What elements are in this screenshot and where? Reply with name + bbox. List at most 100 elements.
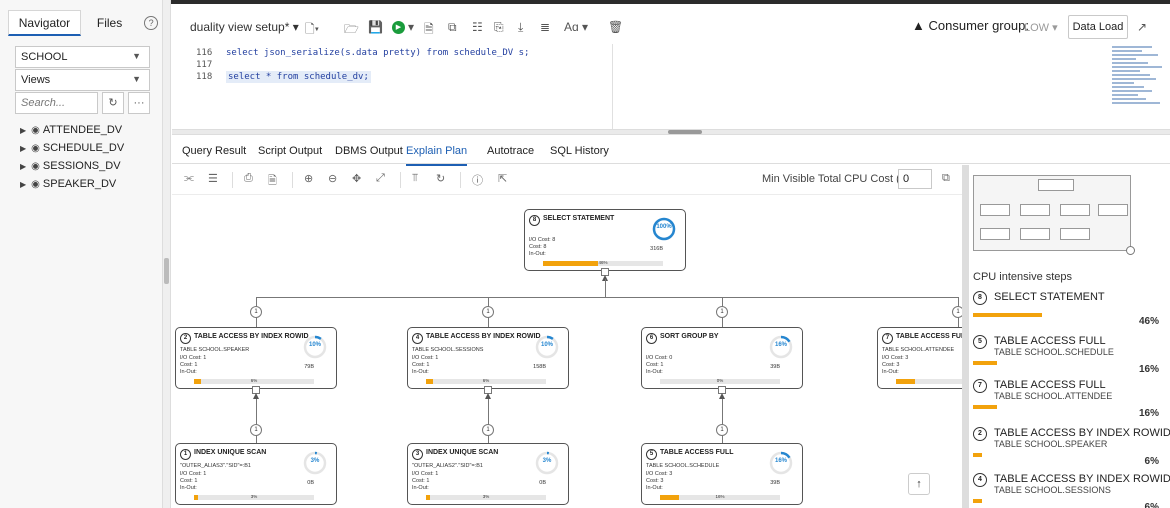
format-icon[interactable]: ≣ xyxy=(540,20,550,34)
step-percent: 46% xyxy=(1138,316,1159,327)
zoom-out-icon[interactable]: ⊖ xyxy=(328,172,337,185)
node-cost: Cost: 3 xyxy=(882,362,900,368)
open-external-icon[interactable]: ⇱ xyxy=(498,172,507,185)
tab-query-result[interactable]: Query Result xyxy=(182,145,246,157)
tab-navigator[interactable]: Navigator xyxy=(8,10,81,36)
overview-resize-handle[interactable] xyxy=(1126,246,1135,255)
warning-icon: ▲ xyxy=(912,18,925,33)
plan-node[interactable]: 8 SELECT STATEMENT I/O Cost: 8 Cost: 8 In-Ou… xyxy=(524,209,686,271)
overview-node xyxy=(1038,179,1074,191)
cpu-bar-fill xyxy=(896,379,916,384)
code-line-current[interactable]: select * from schedule_dv; xyxy=(226,71,371,83)
run-icon[interactable]: ▶ xyxy=(392,21,405,34)
cpu-ring-label: 3% xyxy=(542,458,552,464)
splitter-grip[interactable] xyxy=(668,130,702,134)
vertical-splitter[interactable] xyxy=(163,0,171,508)
expand-icon[interactable]: ▶ xyxy=(20,126,26,135)
sql-editor[interactable]: 116 select json_serialize(s.data pretty)… xyxy=(172,44,1170,129)
move-icon[interactable]: ✥ xyxy=(352,172,361,185)
node-object: TABLE SCHOOL.SESSIONS xyxy=(412,347,484,353)
tab-sql-history[interactable]: SQL History xyxy=(550,145,609,157)
autotrace-icon[interactable]: ☷ xyxy=(472,20,483,34)
plan-toolbar: ⫘ ☰ ⎙ 🗎 ⊕ ⊖ ✥ ⤢ ⫪ ↻ ⓘ ⇱ Min Visible Tota… xyxy=(172,165,962,195)
plan-node[interactable]: 5 TABLE ACCESS FULL TABLE SCHOOL.SCHEDULE I… xyxy=(641,443,803,505)
consumer-select[interactable]: LOW ▾ xyxy=(1024,21,1058,34)
schema-select[interactable]: SCHOOL ▼ xyxy=(15,46,150,68)
overview-node xyxy=(1020,204,1050,216)
plan-node[interactable]: 7TABLE ACCESS FULL TABLE SCHOOL.ATTENDEE I… xyxy=(877,327,962,389)
more-icon[interactable]: ··· xyxy=(128,92,150,114)
divider xyxy=(400,172,401,188)
explain-icon[interactable]: ⧉ xyxy=(448,20,457,35)
tree-item[interactable]: ▶ ◉ ATTENDEE_DV xyxy=(20,123,124,141)
worksheet-select[interactable]: duality view setup* ▾ xyxy=(190,20,299,34)
run-dropdown-icon[interactable]: ▾ xyxy=(408,20,414,34)
new-file-icon[interactable]: 🗋▾ xyxy=(305,20,319,41)
copy-icon[interactable]: ⧉ xyxy=(942,172,950,185)
node-in-out: In-Out: xyxy=(882,369,899,375)
object-type-value: Views xyxy=(21,74,51,86)
cpu-step[interactable]: 4 TABLE ACCESS BY INDEX ROWID TABLE SCHOOL… xyxy=(973,471,1170,508)
refresh-icon[interactable]: ↻ xyxy=(436,172,445,185)
open-icon[interactable]: 🗁 xyxy=(344,20,359,41)
list-layout-icon[interactable]: ☰ xyxy=(208,172,218,185)
hierarchy-icon[interactable]: ⫪ xyxy=(412,172,418,185)
tab-files[interactable]: Files xyxy=(89,12,130,34)
tab-dbms-output[interactable]: DBMS Output xyxy=(335,145,403,157)
plan-node[interactable]: 1 INDEX UNIQUE SCAN "OUTER_ALIAS3"."SID"=:… xyxy=(175,443,337,505)
cpu-step[interactable]: 5 TABLE ACCESS FULL TABLE SCHOOL.SCHEDULE 1… xyxy=(973,333,1169,375)
line-number: 116 xyxy=(196,48,213,58)
cpu-ring-label: 16% xyxy=(774,458,787,464)
export-icon[interactable]: 🗎 xyxy=(268,172,277,191)
code-line[interactable]: select json_serialize(s.data pretty) fro… xyxy=(226,48,529,58)
plan-node[interactable]: 3 INDEX UNIQUE SCAN "OUTER_ALIAS2"."SID"=:… xyxy=(407,443,569,505)
plan-node[interactable]: 4 TABLE ACCESS BY INDEX ROWID TABLE SCHOOL… xyxy=(407,327,569,389)
tree-item[interactable]: ▶ ◉ SCHEDULE_DV xyxy=(20,141,124,159)
tab-script-output[interactable]: Script Output xyxy=(258,145,322,157)
node-cost: Cost: 8 xyxy=(529,244,547,250)
overview-node xyxy=(980,228,1010,240)
help-icon[interactable]: ? xyxy=(144,16,158,30)
history-icon[interactable]: ⎘ xyxy=(494,20,504,35)
fit-icon[interactable]: ⤢ xyxy=(376,172,385,185)
plan-node[interactable]: 6 SORT GROUP BY I/O Cost: 0 Cost: 1 In-Out: 3… xyxy=(641,327,803,389)
expand-icon[interactable]: ▶ xyxy=(20,144,26,153)
cpu-step[interactable]: 7 TABLE ACCESS FULL TABLE SCHOOL.ATTENDEE 1… xyxy=(973,377,1169,419)
download-icon[interactable]: ⤓ xyxy=(518,20,523,35)
cpu-step[interactable]: 8 SELECT STATEMENT 46% xyxy=(973,289,1169,329)
tab-explain-plan[interactable]: Explain Plan xyxy=(406,145,468,166)
print-icon[interactable]: ⎙ xyxy=(244,172,253,185)
node-operation: INDEX UNIQUE SCAN xyxy=(426,449,499,456)
min-cpu-input[interactable]: 0 xyxy=(898,169,932,189)
cpu-bar: 16% xyxy=(660,494,780,500)
result-tabs: Query Result Script Output DBMS Output E… xyxy=(172,136,1170,166)
search-input[interactable]: Search... xyxy=(15,92,98,114)
delete-icon[interactable]: 🗑 xyxy=(608,20,623,34)
refresh-icon[interactable]: ↻ xyxy=(102,92,124,114)
tree-item[interactable]: ▶ ◉ SPEAKER_DV xyxy=(20,177,124,195)
text-case-icon[interactable]: Aɑ ▾ xyxy=(564,20,588,34)
expand-icon[interactable]: ↗ xyxy=(1137,20,1147,34)
plan-overview[interactable] xyxy=(973,175,1135,255)
info-icon[interactable]: ⓘ xyxy=(472,172,483,188)
expand-icon[interactable]: ▶ xyxy=(20,180,26,189)
scroll-top-button[interactable]: ↑ xyxy=(908,473,930,495)
expand-icon[interactable]: ▶ xyxy=(20,162,26,171)
data-load-button[interactable]: Data Load xyxy=(1068,15,1128,39)
plan-node[interactable]: 2 TABLE ACCESS BY INDEX ROWID TABLE SCHOOL… xyxy=(175,327,337,389)
horizontal-splitter[interactable] xyxy=(172,129,1170,135)
node-id: 3 xyxy=(412,449,423,460)
step-bar xyxy=(973,453,982,457)
explain-plan-canvas[interactable]: ↑ 8 SELECT STATEMENT I/O Cost: 8 Cost: 8 In-… xyxy=(172,195,962,508)
save-icon[interactable]: 💾 xyxy=(368,20,383,34)
tab-autotrace[interactable]: Autotrace xyxy=(487,145,534,157)
tree-item[interactable]: ▶ ◉ SESSIONS_DV xyxy=(20,159,124,177)
tree-layout-icon[interactable]: ⫘ xyxy=(184,172,194,185)
object-type-select[interactable]: Views ▼ xyxy=(15,69,150,91)
panel-scrollbar[interactable] xyxy=(963,165,969,508)
zoom-in-icon[interactable]: ⊕ xyxy=(304,172,313,185)
run-script-icon[interactable]: 🗎 xyxy=(424,20,434,41)
cpu-step[interactable]: 2 TABLE ACCESS BY INDEX ROWID TABLE SCHOOL… xyxy=(973,425,1170,467)
splitter-grip[interactable] xyxy=(164,258,169,284)
code-minimap[interactable] xyxy=(1112,46,1170,126)
